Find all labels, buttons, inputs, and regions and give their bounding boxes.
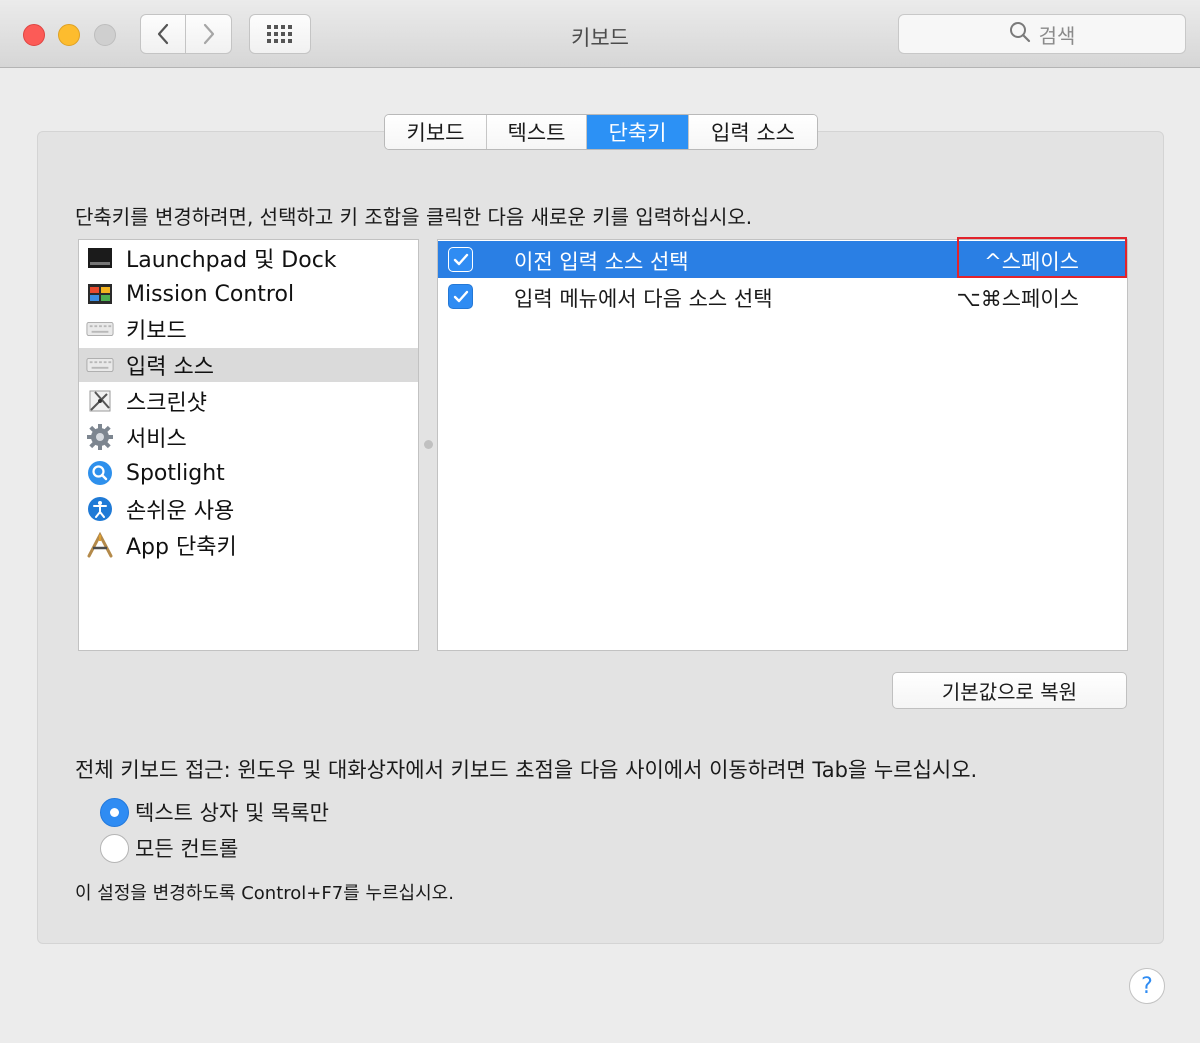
restore-defaults-button[interactable]: 기본값으로 복원: [892, 672, 1127, 709]
radio-option-all-controls[interactable]: 모든 컨트롤: [100, 833, 238, 863]
category-accessibility[interactable]: 손쉬운 사용: [79, 492, 418, 526]
shortcut-name: 입력 메뉴에서 다음 소스 선택: [514, 287, 773, 311]
control-f7-hint: 이 설정을 변경하도록 Control+F7를 누르십시오.: [75, 883, 454, 904]
search-icon: [1009, 21, 1031, 48]
shortcut-list: 이전 입력 소스 선택 ^스페이스 입력 메뉴에서 다음 소스 선택 ⌥⌘스페이…: [437, 239, 1128, 651]
category-app-shortcuts[interactable]: App 단축키: [79, 528, 418, 562]
tab-input-sources[interactable]: 입력 소스: [689, 115, 817, 149]
input-source-keyboard-icon: [86, 352, 114, 378]
radio-button[interactable]: [100, 797, 129, 827]
shortcut-key-highlight-box: [957, 237, 1127, 278]
full-keyboard-access-label: 전체 키보드 접근: 윈도우 및 대화상자에서 키보드 초점을 다음 사이에서 …: [75, 758, 978, 782]
launchpad-dock-icon: [86, 245, 114, 271]
search-placeholder: 검색: [1038, 23, 1076, 48]
services-gear-icon: [86, 424, 114, 450]
help-button[interactable]: ?: [1129, 968, 1165, 1004]
category-launchpad-dock[interactable]: Launchpad 및 Dock: [79, 241, 418, 275]
tab-text[interactable]: 텍스트: [487, 115, 587, 149]
spotlight-icon: [86, 460, 114, 486]
category-input-sources[interactable]: 입력 소스: [79, 348, 418, 382]
tab-bar: 키보드 텍스트 단축키 입력 소스: [384, 114, 818, 150]
search-field[interactable]: 검색: [898, 14, 1186, 54]
shortcut-key[interactable]: ⌥⌘스페이스: [957, 283, 1079, 313]
shortcut-checkbox[interactable]: [448, 284, 473, 309]
shortcut-category-list: Launchpad 및 Dock Mission Control 키보드 입력 …: [78, 239, 419, 651]
shortcut-name: 이전 입력 소스 선택: [514, 250, 689, 274]
instruction-text: 단축키를 변경하려면, 선택하고 키 조합을 클릭한 다음 새로운 키를 입력하…: [75, 205, 753, 229]
shortcut-checkbox[interactable]: [448, 247, 473, 272]
keyboard-icon: [86, 316, 114, 342]
screenshot-icon: [86, 388, 114, 414]
radio-option-text-boxes-lists[interactable]: 텍스트 상자 및 목록만: [100, 797, 329, 827]
title-bar: 키보드 검색: [0, 0, 1200, 68]
radio-button[interactable]: [100, 833, 129, 863]
shortcut-row[interactable]: 입력 메뉴에서 다음 소스 선택 ⌥⌘스페이스: [438, 278, 1127, 315]
category-screenshots[interactable]: 스크린샷: [79, 384, 418, 418]
category-spotlight[interactable]: Spotlight: [79, 456, 418, 490]
tab-shortcuts[interactable]: 단축키: [587, 115, 689, 149]
app-shortcuts-icon: [86, 532, 114, 558]
accessibility-icon: [86, 496, 114, 522]
category-services[interactable]: 서비스: [79, 420, 418, 454]
split-view-divider[interactable]: [424, 440, 433, 449]
mission-control-icon: [86, 281, 114, 307]
tab-keyboard[interactable]: 키보드: [385, 115, 487, 149]
category-mission-control[interactable]: Mission Control: [79, 277, 418, 311]
category-keyboard[interactable]: 키보드: [79, 312, 418, 346]
